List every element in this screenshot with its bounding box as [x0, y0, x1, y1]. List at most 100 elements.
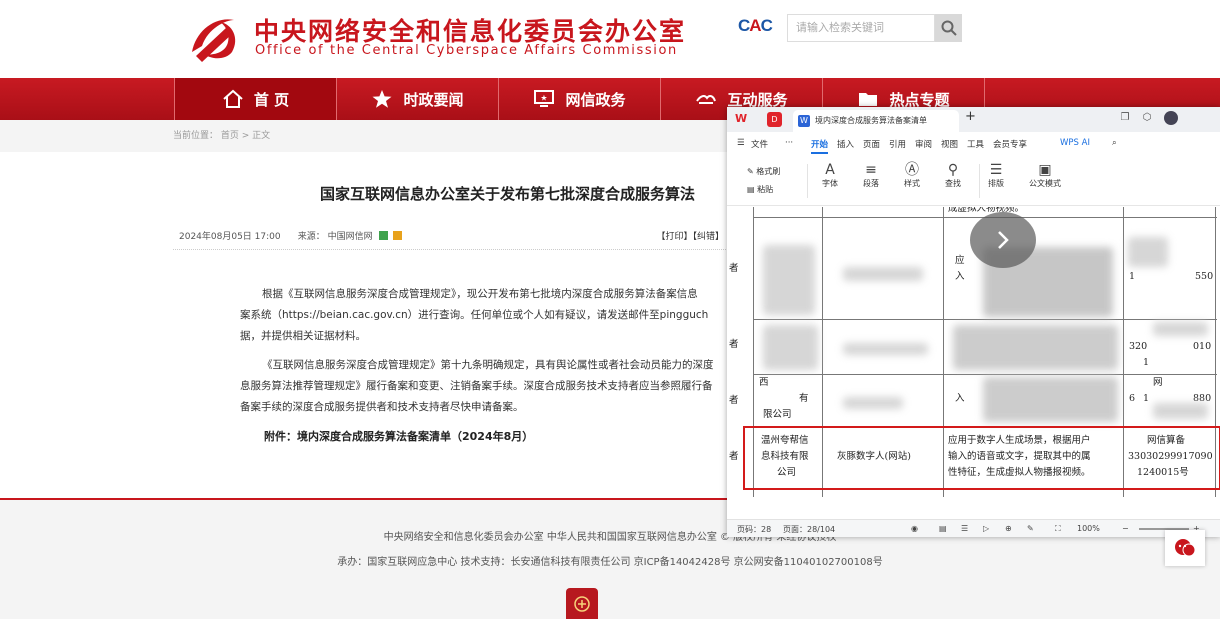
- window-icon[interactable]: ❐: [1119, 112, 1131, 124]
- format-painter-button[interactable]: ✎ 格式刷: [747, 166, 780, 177]
- nav-item-home[interactable]: 首 页: [174, 78, 337, 120]
- wps-logo-icon[interactable]: W: [735, 112, 751, 126]
- document-tab[interactable]: W 境内深度合成服务算法备案清单: [793, 110, 959, 132]
- table-cell: 者: [729, 263, 739, 274]
- footer-credits: 承办：国家互联网应急中心 技术支持：长安通信科技有限责任公司 京ICP备1404…: [337, 557, 883, 568]
- handshake-icon: [696, 95, 717, 104]
- menu-home[interactable]: 开始: [811, 138, 829, 154]
- nav-item-affairs[interactable]: ★ 网信政务: [499, 78, 661, 120]
- party-emblem-icon: [192, 19, 236, 62]
- redacted-region: [843, 267, 923, 281]
- redacted-region: [1153, 322, 1208, 336]
- print-correct-links[interactable]: 【打印】【纠错】: [656, 229, 724, 242]
- search-input[interactable]: 请输入检索关键词: [787, 14, 935, 42]
- redacted-region: [1128, 237, 1168, 267]
- pen-icon[interactable]: ✎: [1027, 524, 1034, 533]
- table-cell: 入: [955, 393, 965, 404]
- more-icon[interactable]: ···: [785, 138, 793, 148]
- globe-icon[interactable]: ⊕: [1005, 524, 1012, 533]
- table-cell: 限公司: [763, 409, 792, 420]
- paragraph: 案系统（https://beian.cac.gov.cn）进行查询。任何单位或个…: [240, 309, 709, 321]
- menu-insert[interactable]: 插入: [837, 138, 854, 150]
- paragraph: 据，并提供相关证据材料。: [240, 330, 366, 342]
- wps-status-bar: 页码：28 页面：28/104 ◉ ▤ ☰ ▷ ⊕ ✎ ⛶ 100% − +: [727, 519, 1220, 537]
- menu-references[interactable]: 引用: [889, 138, 906, 150]
- search-icon[interactable]: ⌕: [1112, 138, 1117, 148]
- cube-icon[interactable]: ⬡: [1141, 112, 1153, 124]
- search-icon: ⚲: [947, 162, 959, 178]
- doc-mode-button[interactable]: ▣ 公文模式: [1029, 162, 1061, 189]
- document-tab-title: 境内深度合成服务算法备案清单: [815, 116, 927, 125]
- outline-icon[interactable]: ☰: [961, 524, 968, 533]
- emblem-mini-icon: [574, 595, 590, 612]
- eye-icon[interactable]: ◉: [911, 524, 918, 533]
- site-header: 中央网络安全和信息化委员会办公室 Office of the Central C…: [0, 0, 1220, 78]
- menu-page[interactable]: 页面: [863, 138, 880, 150]
- table-cell: 者: [729, 339, 739, 350]
- search-button[interactable]: [935, 14, 962, 42]
- table-cell: 320: [1129, 341, 1148, 352]
- style-button[interactable]: Ⓐ 样式: [904, 162, 920, 189]
- ribbon-label: 字体: [822, 179, 838, 188]
- chevron-right-icon: [998, 231, 1009, 249]
- play-icon[interactable]: ▷: [983, 524, 989, 533]
- nav-item-label: 时政要闻: [403, 90, 464, 109]
- menu-review[interactable]: 审阅: [915, 138, 932, 150]
- paste-icon: ▤: [747, 185, 755, 194]
- paragraph: 《互联网信息服务深度合成管理规定》第十九条明确规定，具有舆论属性或者社会动员能力…: [262, 359, 714, 371]
- table-cell: 1: [1143, 357, 1150, 368]
- attachment-link[interactable]: 附件：境内深度合成服务算法备案清单（2024年8月）: [264, 428, 533, 444]
- menu-view[interactable]: 视图: [941, 138, 958, 150]
- government-badge-icon[interactable]: [566, 588, 598, 619]
- redacted-region: [983, 377, 1118, 422]
- paragraph: 根据《互联网信息服务深度合成管理规定》，现公开发布第七批境内深度合成服务算法备案…: [262, 288, 698, 300]
- menu-wps-ai[interactable]: WPS AI: [1060, 138, 1090, 148]
- table-cell: 6: [1129, 393, 1136, 404]
- find-button[interactable]: ⚲ 查找: [945, 162, 961, 189]
- table-cell: 入: [955, 271, 965, 282]
- redacted-region: [953, 325, 1118, 370]
- menu-tools[interactable]: 工具: [967, 138, 984, 150]
- menu-member[interactable]: 会员专享: [993, 138, 1027, 150]
- search-icon: [941, 20, 957, 36]
- wps-tab-bar: W D W 境内深度合成服务算法备案清单 + ❐ ⬡: [727, 107, 1220, 132]
- table-cell: 1: [1143, 393, 1150, 404]
- ribbon-label: 排版: [988, 179, 1004, 188]
- article-source: 中国网信网: [327, 232, 373, 242]
- style-icon: Ⓐ: [905, 162, 919, 178]
- article-date: 2024年08月05日 17:00: [179, 232, 281, 242]
- paste-button[interactable]: ▤ 粘贴: [747, 184, 773, 195]
- redacted-region: [843, 343, 928, 355]
- layout-button[interactable]: ☰ 排版: [988, 162, 1004, 189]
- cac-logo[interactable]: CAC: [738, 16, 786, 42]
- table-cell: 网: [1153, 377, 1163, 388]
- zoom-out-icon[interactable]: −: [1122, 524, 1129, 533]
- customer-service-button[interactable]: [1165, 530, 1205, 566]
- highlight-box: [743, 426, 1220, 490]
- document-canvas[interactable]: 成虚拟人物视频。 者 应 入 1 550 者 320 010 1 者 西 有 限…: [727, 207, 1220, 519]
- monitor-icon: ★: [534, 90, 555, 107]
- paragraph: 备案手续的深度合成服务提供者和技术支持者尽快申请备案。: [240, 401, 524, 413]
- hamburger-icon[interactable]: ☰: [737, 138, 745, 148]
- new-tab-button[interactable]: +: [965, 109, 976, 124]
- page-view-icon[interactable]: ▤: [939, 524, 947, 533]
- ribbon-label: 粘贴: [757, 185, 774, 194]
- font-button[interactable]: A 字体: [822, 162, 838, 189]
- avatar[interactable]: [1164, 111, 1178, 125]
- wps-docs-icon[interactable]: D: [767, 112, 782, 127]
- doc-mode-icon: ▣: [1038, 162, 1052, 178]
- paragraph-icon: ≡: [865, 162, 877, 178]
- wechat-share-icon[interactable]: [378, 231, 388, 240]
- zoom-level[interactable]: 100%: [1077, 524, 1100, 533]
- ribbon-label: 样式: [904, 179, 920, 188]
- nav-item-politics[interactable]: 时政要闻: [337, 78, 499, 120]
- next-page-button[interactable]: [970, 212, 1036, 268]
- menu-file[interactable]: 文件: [751, 138, 768, 150]
- paragraph-button[interactable]: ≡ 段落: [863, 162, 879, 189]
- wps-menu-bar: ☰ 文件 ··· 开始 插入 页面 引用 审阅 视图 工具 会员专享 WPS A…: [727, 132, 1220, 156]
- chat-icon: [1175, 539, 1196, 557]
- weibo-share-icon[interactable]: [393, 231, 403, 240]
- wps-document-window[interactable]: W D W 境内深度合成服务算法备案清单 + ❐ ⬡ ☰ 文件 ··· 开始 插…: [727, 107, 1220, 537]
- table-cell: 者: [729, 451, 739, 462]
- fit-icon[interactable]: ⛶: [1055, 524, 1061, 534]
